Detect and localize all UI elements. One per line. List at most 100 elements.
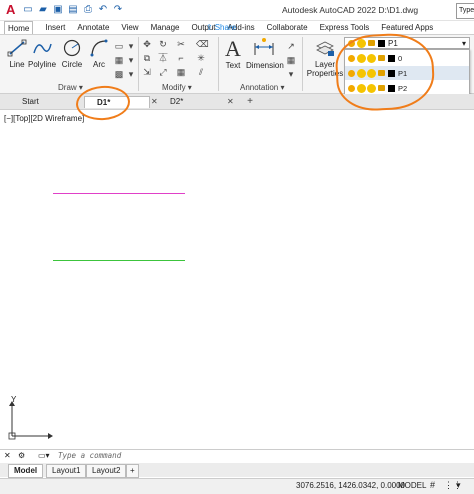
polyline-icon: [33, 43, 52, 54]
draw-panel-chevron-icon: ▾: [78, 83, 83, 92]
panel-separator: [218, 37, 219, 91]
command-customize-icon[interactable]: ⚙: [18, 451, 25, 460]
cursor-coordinates: 3076.2516, 1426.0342, 0.0000: [296, 481, 405, 490]
share-icon: ⇪: [206, 23, 213, 32]
arc-tool-label: Arc: [93, 60, 105, 69]
polyline-tool-label: Polyline: [28, 60, 57, 69]
leader-icon[interactable]: ↗: [286, 41, 296, 51]
tab-home[interactable]: Home: [4, 21, 34, 34]
magenta-line[interactable]: [53, 193, 185, 194]
add-layout-plus-icon[interactable]: +: [126, 464, 139, 478]
new-tab-plus-icon[interactable]: +: [243, 96, 257, 108]
panel-separator: [302, 37, 303, 91]
doc-tab-d2[interactable]: D2*: [170, 96, 183, 108]
layer-dropdown-chevron-icon: ▾: [461, 38, 466, 48]
stretch-icon[interactable]: ⇲: [142, 67, 152, 77]
annotation-panel-chevron-icon: ▾: [280, 83, 285, 92]
new-file-icon[interactable]: ▭: [22, 4, 34, 16]
tab-view[interactable]: View: [121, 21, 138, 34]
draw-more-icon-3[interactable]: ▾: [126, 69, 136, 79]
modify-panel-title: Modify: [162, 83, 186, 92]
green-line[interactable]: [53, 260, 185, 261]
trim-icon[interactable]: ✂: [176, 39, 186, 49]
ucs-y-label: Y: [11, 395, 17, 404]
move-icon[interactable]: ✥: [142, 39, 152, 49]
tab-featured-apps[interactable]: Featured Apps: [381, 21, 433, 34]
text-tool-label: Text: [225, 61, 241, 70]
annotation-panel-title: Annotation: [240, 83, 279, 92]
search-input[interactable]: Type: [456, 3, 474, 19]
dimension-tool-label: Dimension: [246, 61, 284, 70]
layout-tab-model[interactable]: Model: [8, 464, 44, 478]
undo-icon[interactable]: ↶: [97, 4, 109, 16]
doc-tab-start[interactable]: Start: [22, 96, 39, 108]
explode-icon[interactable]: ✳: [196, 53, 206, 63]
layer-properties-icon: [316, 41, 334, 56]
svg-text:A: A: [225, 37, 241, 59]
viewport-controls[interactable]: [−][Top][2D Wireframe]: [4, 114, 84, 123]
layout-tabs: Model Layout1 Layout2 +: [0, 463, 474, 478]
tab-manage[interactable]: Manage: [151, 21, 180, 34]
close-icon[interactable]: ✕: [227, 96, 234, 108]
annotation-more-icon[interactable]: ▾: [286, 69, 296, 79]
hatch-icon[interactable]: ▦: [114, 55, 124, 65]
table-icon[interactable]: ▦: [286, 55, 296, 65]
rotate-icon[interactable]: ↻: [158, 39, 168, 49]
annotation-panel-label[interactable]: Annotation ▾: [240, 83, 285, 92]
text-tool-button[interactable]: A Text: [222, 37, 244, 70]
panel-separator: [138, 37, 139, 91]
layout-tab-layout2[interactable]: Layout2: [86, 464, 127, 478]
offset-icon[interactable]: ⫽: [196, 67, 206, 77]
tab-insert[interactable]: Insert: [45, 21, 65, 34]
line-tool-label: Line: [9, 60, 25, 69]
draw-more-icon[interactable]: ▾: [126, 41, 136, 51]
tab-annotate[interactable]: Annotate: [77, 21, 109, 34]
ribbon-tabs: Home Insert Annotate View Manage Output …: [0, 21, 474, 34]
print-icon[interactable]: ⎙: [82, 4, 94, 16]
command-history-icon[interactable]: ▭▾: [38, 451, 50, 460]
autocad-logo[interactable]: A: [6, 2, 15, 17]
grid-icon[interactable]: #: [430, 480, 440, 490]
save-as-icon[interactable]: ▤: [67, 4, 79, 16]
arc-tool-button[interactable]: Arc: [88, 38, 110, 69]
dimension-icon: [254, 38, 274, 55]
scale-icon[interactable]: ⤢: [158, 67, 168, 77]
model-space-toggle[interactable]: MODEL: [398, 481, 426, 490]
tab-express-tools[interactable]: Express Tools: [320, 21, 370, 34]
dimension-tool-button[interactable]: Dimension: [246, 37, 284, 70]
snap-dropdown-icon[interactable]: ▾: [456, 480, 461, 491]
modify-panel-label[interactable]: Modify ▾: [162, 83, 192, 92]
share-label: Share: [214, 23, 237, 32]
command-input[interactable]: Type a command: [58, 451, 121, 460]
arc-icon: [90, 39, 108, 57]
line-icon: [7, 39, 27, 57]
circle-tool-button[interactable]: Circle: [60, 38, 84, 69]
command-close-icon[interactable]: ✕: [4, 451, 11, 460]
redo-icon[interactable]: ↷: [112, 4, 124, 16]
draw-panel-label[interactable]: Draw ▾: [58, 83, 83, 92]
draw-panel-title: Draw: [58, 83, 77, 92]
draw-more-icon-2[interactable]: ▾: [126, 55, 136, 65]
tab-collaborate[interactable]: Collaborate: [267, 21, 308, 34]
gradient-icon[interactable]: ▩: [114, 69, 124, 79]
polyline-tool-button[interactable]: Polyline: [28, 38, 56, 69]
array-icon[interactable]: ▦: [176, 67, 186, 77]
rectangle-icon[interactable]: ▭: [114, 41, 124, 51]
fillet-icon[interactable]: ⌐: [176, 53, 186, 63]
open-folder-icon[interactable]: ▰: [37, 4, 49, 16]
close-icon[interactable]: ✕: [151, 96, 158, 108]
line-tool-button[interactable]: Line: [6, 38, 28, 69]
circle-icon: [63, 39, 81, 57]
modify-panel-chevron-icon: ▾: [187, 83, 192, 92]
window-title: Autodesk AutoCAD 2022 D:\D1.dwg: [282, 5, 419, 15]
layout-tab-layout1[interactable]: Layout1: [46, 464, 87, 478]
mirror-icon[interactable]: ⏄: [158, 53, 168, 63]
share-button[interactable]: ⇪ Share: [206, 21, 236, 34]
save-icon[interactable]: ▣: [52, 4, 64, 16]
copy-icon[interactable]: ⧉: [142, 53, 152, 63]
circle-tool-label: Circle: [61, 60, 83, 69]
quick-access-toolbar: ▭ ▰ ▣ ▤ ⎙ ↶ ↷: [22, 4, 124, 16]
erase-icon[interactable]: ⌫: [196, 39, 209, 49]
text-icon: A: [225, 37, 241, 59]
drawing-canvas[interactable]: [0, 110, 474, 447]
